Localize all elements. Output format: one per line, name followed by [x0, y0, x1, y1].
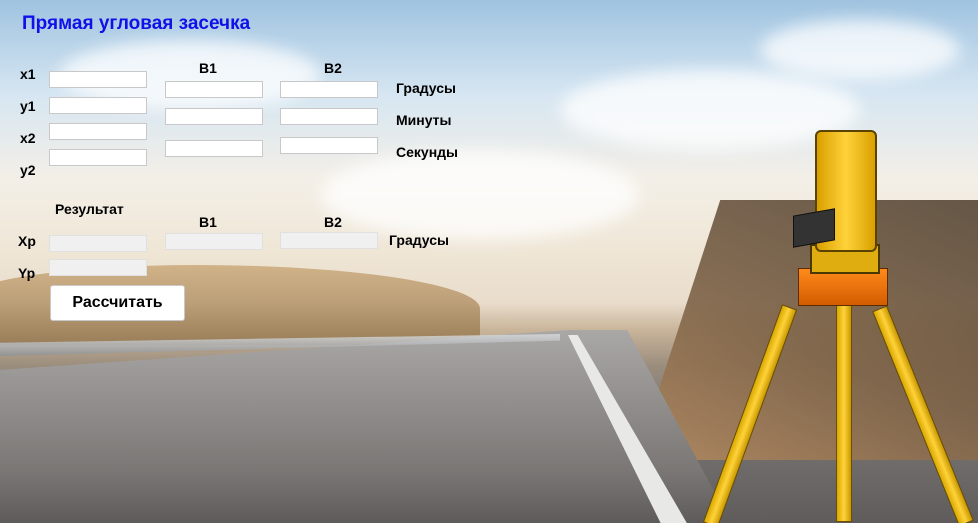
b2-seconds-input[interactable]	[280, 137, 378, 154]
cloud	[320, 150, 640, 240]
result-b1-column-header: B1	[199, 214, 217, 230]
b1-degrees-input[interactable]	[165, 81, 263, 98]
result-b2-column-header: B2	[324, 214, 342, 230]
label-x2: x2	[20, 130, 36, 146]
result-b2-degrees-output[interactable]	[280, 232, 378, 249]
page-title: Прямая угловая засечка	[22, 13, 251, 34]
tripod-leg	[836, 300, 852, 522]
yp-output[interactable]	[49, 259, 147, 276]
minutes-label: Минуты	[396, 112, 452, 128]
label-x1: x1	[20, 66, 36, 82]
label-xp: Xp	[18, 233, 36, 249]
label-y1: y1	[20, 98, 36, 114]
calculate-button[interactable]: Рассчитать	[50, 285, 185, 321]
b2-degrees-input[interactable]	[280, 81, 378, 98]
result-header: Результат	[55, 201, 124, 217]
label-yp: Yp	[18, 265, 36, 281]
x1-input[interactable]	[49, 71, 147, 88]
seconds-label: Секунды	[396, 144, 458, 160]
degrees-label: Градусы	[396, 80, 456, 96]
result-degrees-label: Градусы	[389, 232, 449, 248]
label-y2: y2	[20, 162, 36, 178]
b2-minutes-input[interactable]	[280, 108, 378, 125]
xp-output[interactable]	[49, 235, 147, 252]
cloud	[760, 20, 960, 80]
b1-minutes-input[interactable]	[165, 108, 263, 125]
result-b1-degrees-output[interactable]	[165, 233, 263, 250]
x2-input[interactable]	[49, 123, 147, 140]
y2-input[interactable]	[49, 149, 147, 166]
b2-column-header: B2	[324, 60, 342, 76]
b1-column-header: B1	[199, 60, 217, 76]
y1-input[interactable]	[49, 97, 147, 114]
b1-seconds-input[interactable]	[165, 140, 263, 157]
